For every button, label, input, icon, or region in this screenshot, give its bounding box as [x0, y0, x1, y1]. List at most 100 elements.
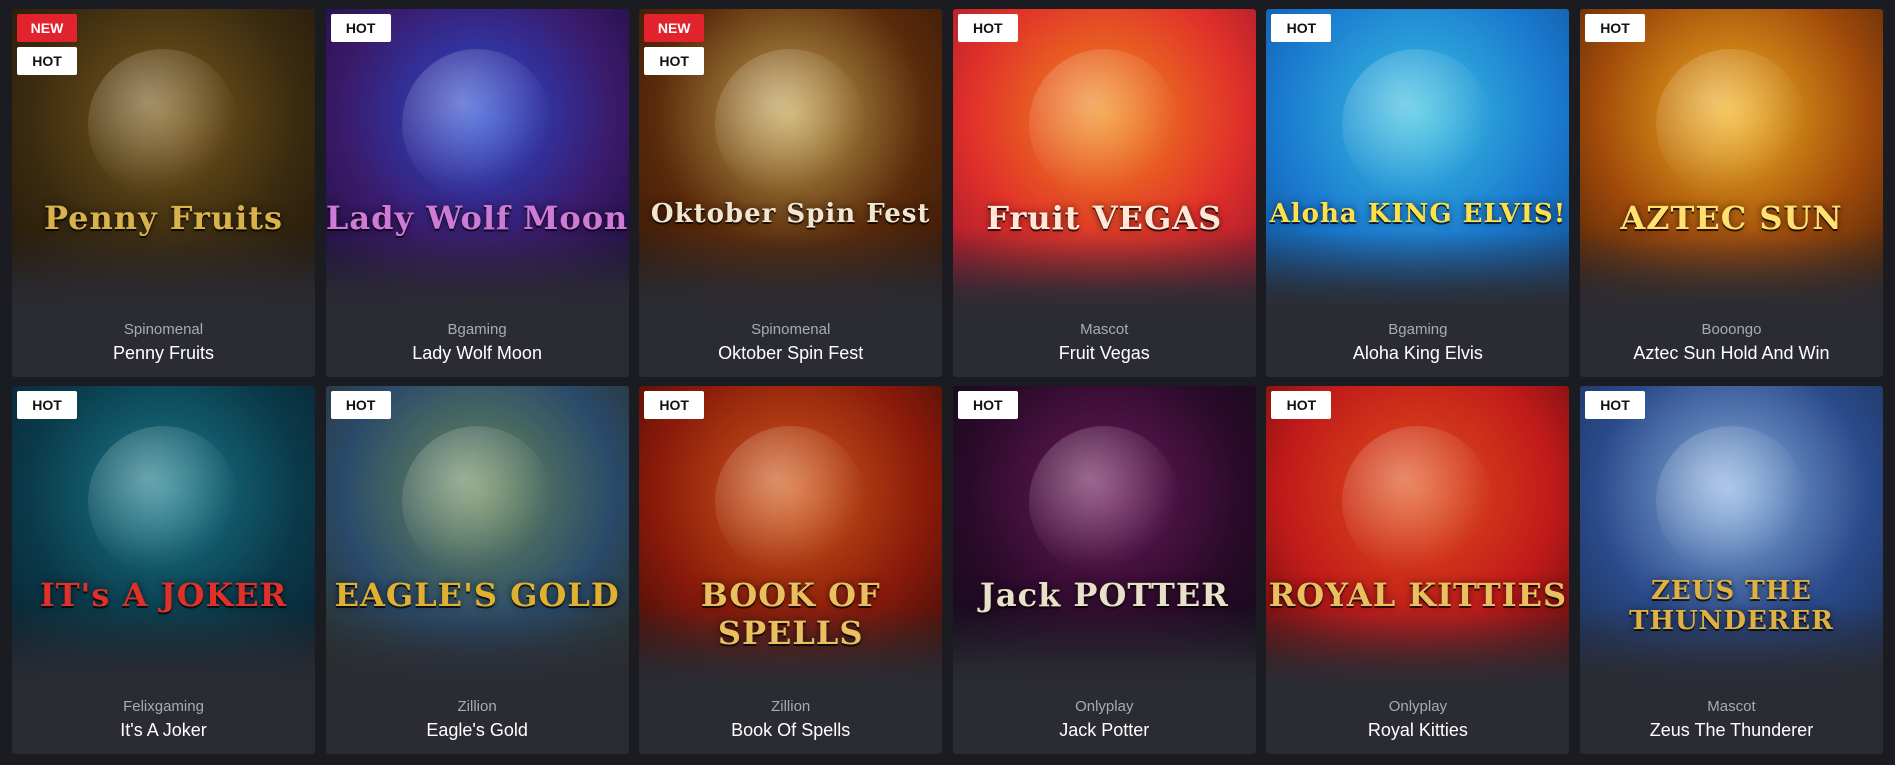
badge-stack: HOT — [1271, 14, 1332, 42]
hot-badge: HOT — [1584, 14, 1645, 42]
hot-badge: HOT — [17, 391, 77, 419]
thumbnail-fade — [639, 229, 943, 309]
game-thumbnail[interactable]: IT's A JOKER HOT — [12, 386, 315, 686]
game-meta: Bgaming Aloha King Elvis — [1266, 321, 1569, 365]
artwork-emblem — [88, 426, 238, 576]
artwork-emblem — [715, 49, 866, 199]
game-meta: Booongo Aztec Sun Hold And Win — [1580, 321, 1883, 365]
games-grid: Penny Fruits NEW HOT Spinomenal Penny Fruits… — [12, 9, 1883, 754]
game-logo: IT's A JOKER — [39, 576, 288, 614]
game-thumbnail[interactable]: Penny Fruits NEW HOT — [12, 9, 315, 309]
game-title[interactable]: Aztec Sun Hold And Win — [1580, 341, 1883, 365]
game-provider: Bgaming — [1388, 321, 1448, 338]
game-meta: Zillion Book Of Spells — [639, 698, 942, 742]
game-logo: Jack POTTER — [979, 576, 1229, 614]
thumbnail-fade — [325, 606, 629, 686]
game-meta: Spinomenal Penny Fruits — [12, 321, 315, 365]
game-provider: Bgaming — [447, 321, 507, 338]
game-card-zeus-the-thunderer[interactable]: ZEUS THE THUNDERER HOT Mascot Zeus The Thun… — [1579, 386, 1883, 754]
artwork-emblem — [401, 49, 552, 199]
game-meta: Spinomenal Oktober Spin Fest — [639, 321, 942, 365]
game-title[interactable]: Book Of Spells — [639, 718, 942, 742]
game-thumbnail[interactable]: ROYAL KITTIES HOT — [1266, 386, 1570, 686]
game-logo: ZEUS THE THUNDERER — [1629, 576, 1834, 636]
game-thumbnail[interactable]: ZEUS THE THUNDERER HOT — [1579, 386, 1883, 686]
game-thumbnail[interactable]: Jack POTTER HOT — [952, 386, 1256, 686]
game-logo: BOOK OF SPELLS — [700, 576, 881, 652]
hot-badge: HOT — [957, 391, 1018, 419]
game-card-aztec-sun-hold-and-win[interactable]: AZTEC SUN HOT Booongo Aztec Sun Hold And Wi… — [1579, 9, 1883, 377]
artwork-emblem — [1655, 49, 1806, 199]
game-provider: Onlyplay — [1075, 698, 1134, 715]
artwork-emblem — [1028, 426, 1179, 576]
hot-badge: HOT — [17, 47, 77, 75]
game-title[interactable]: Fruit Vegas — [953, 341, 1256, 365]
hot-badge: HOT — [957, 14, 1018, 42]
thumbnail-fade — [952, 606, 1256, 686]
game-meta: Onlyplay Royal Kitties — [1266, 698, 1569, 742]
thumbnail-fade — [12, 229, 315, 309]
new-badge: NEW — [17, 14, 77, 42]
game-title[interactable]: Jack Potter — [953, 718, 1256, 742]
game-provider: Onlyplay — [1388, 698, 1448, 715]
game-card-aloha-king-elvis[interactable]: Aloha KING ELVIS! HOT Bgaming Aloha King El… — [1266, 9, 1570, 377]
game-meta: Zillion Eagle's Gold — [326, 698, 629, 742]
badge-stack: HOT — [330, 14, 391, 42]
thumbnail-fade — [12, 606, 315, 686]
badge-stack: NEW HOT — [17, 14, 77, 75]
artwork-emblem — [401, 426, 552, 576]
game-meta: Felixgaming It's A Joker — [12, 698, 315, 742]
game-meta: Onlyplay Jack Potter — [953, 698, 1256, 742]
game-logo: Lady Wolf Moon — [325, 199, 629, 237]
game-thumbnail[interactable]: BOOK OF SPELLS HOT — [639, 386, 943, 686]
artwork-emblem — [88, 49, 238, 199]
hot-badge: HOT — [1271, 14, 1332, 42]
game-thumbnail[interactable]: Aloha KING ELVIS! HOT — [1266, 9, 1570, 309]
game-provider: Mascot — [1080, 321, 1129, 338]
game-thumbnail[interactable]: Fruit VEGAS HOT — [952, 9, 1256, 309]
badge-stack: NEW HOT — [644, 14, 705, 75]
thumbnail-fade — [1579, 229, 1883, 309]
hot-badge: HOT — [330, 391, 391, 419]
game-logo: Fruit VEGAS — [986, 199, 1223, 237]
game-card-royal-kitties[interactable]: ROYAL KITTIES HOT Onlyplay Royal Kitties — [1266, 386, 1570, 754]
badge-stack: HOT — [1584, 14, 1645, 42]
game-thumbnail[interactable]: AZTEC SUN HOT — [1579, 9, 1883, 309]
game-thumbnail[interactable]: Lady Wolf Moon HOT — [325, 9, 629, 309]
game-card-oktober-spin-fest[interactable]: Oktober Spin Fest NEW HOT Spinomenal Oktober… — [639, 9, 943, 377]
game-card-lady-wolf-moon[interactable]: Lady Wolf Moon HOT Bgaming Lady Wolf Moon — [325, 9, 629, 377]
game-card-jack-potter[interactable]: Jack POTTER HOT Onlyplay Jack Potter — [952, 386, 1256, 754]
game-meta: Mascot Zeus The Thunderer — [1580, 698, 1883, 742]
game-logo: Penny Fruits — [43, 199, 284, 237]
game-title[interactable]: Royal Kitties — [1266, 718, 1569, 742]
game-title[interactable]: Lady Wolf Moon — [326, 341, 629, 365]
game-provider: Spinomenal — [123, 321, 204, 338]
game-thumbnail[interactable]: EAGLE'S GOLD HOT — [325, 386, 629, 686]
game-title[interactable]: Oktober Spin Fest — [639, 341, 942, 365]
game-title[interactable]: Penny Fruits — [12, 341, 315, 365]
badge-stack: HOT — [1271, 391, 1332, 419]
new-badge: NEW — [644, 14, 705, 42]
game-meta: Bgaming Lady Wolf Moon — [326, 321, 629, 365]
badge-stack: HOT — [644, 391, 705, 419]
game-meta: Mascot Fruit Vegas — [953, 321, 1256, 365]
game-title[interactable]: Eagle's Gold — [326, 718, 629, 742]
game-card-it-s-a-joker[interactable]: IT's A JOKER HOT Felixgaming It's A Joker — [12, 386, 315, 754]
game-logo: ROYAL KITTIES — [1268, 576, 1568, 614]
badge-stack: HOT — [330, 391, 391, 419]
artwork-emblem — [1655, 426, 1806, 576]
game-thumbnail[interactable]: Oktober Spin Fest NEW HOT — [639, 9, 943, 309]
game-card-eagle-s-gold[interactable]: EAGLE'S GOLD HOT Zillion Eagle's Gold — [325, 386, 629, 754]
game-card-penny-fruits[interactable]: Penny Fruits NEW HOT Spinomenal Penny Fruits — [12, 9, 315, 377]
badge-stack: HOT — [1584, 391, 1645, 419]
game-title[interactable]: Zeus The Thunderer — [1580, 718, 1883, 742]
artwork-emblem — [1028, 49, 1179, 199]
game-card-fruit-vegas[interactable]: Fruit VEGAS HOT Mascot Fruit Vegas — [952, 9, 1256, 377]
game-provider: Spinomenal — [751, 321, 831, 338]
game-title[interactable]: It's A Joker — [12, 718, 315, 742]
game-provider: Zillion — [457, 698, 497, 715]
artwork-emblem — [1342, 426, 1493, 576]
game-card-book-of-spells[interactable]: BOOK OF SPELLS HOT Zillion Book Of Spells — [639, 386, 943, 754]
game-provider: Felixgaming — [123, 698, 204, 715]
game-title[interactable]: Aloha King Elvis — [1266, 341, 1569, 365]
